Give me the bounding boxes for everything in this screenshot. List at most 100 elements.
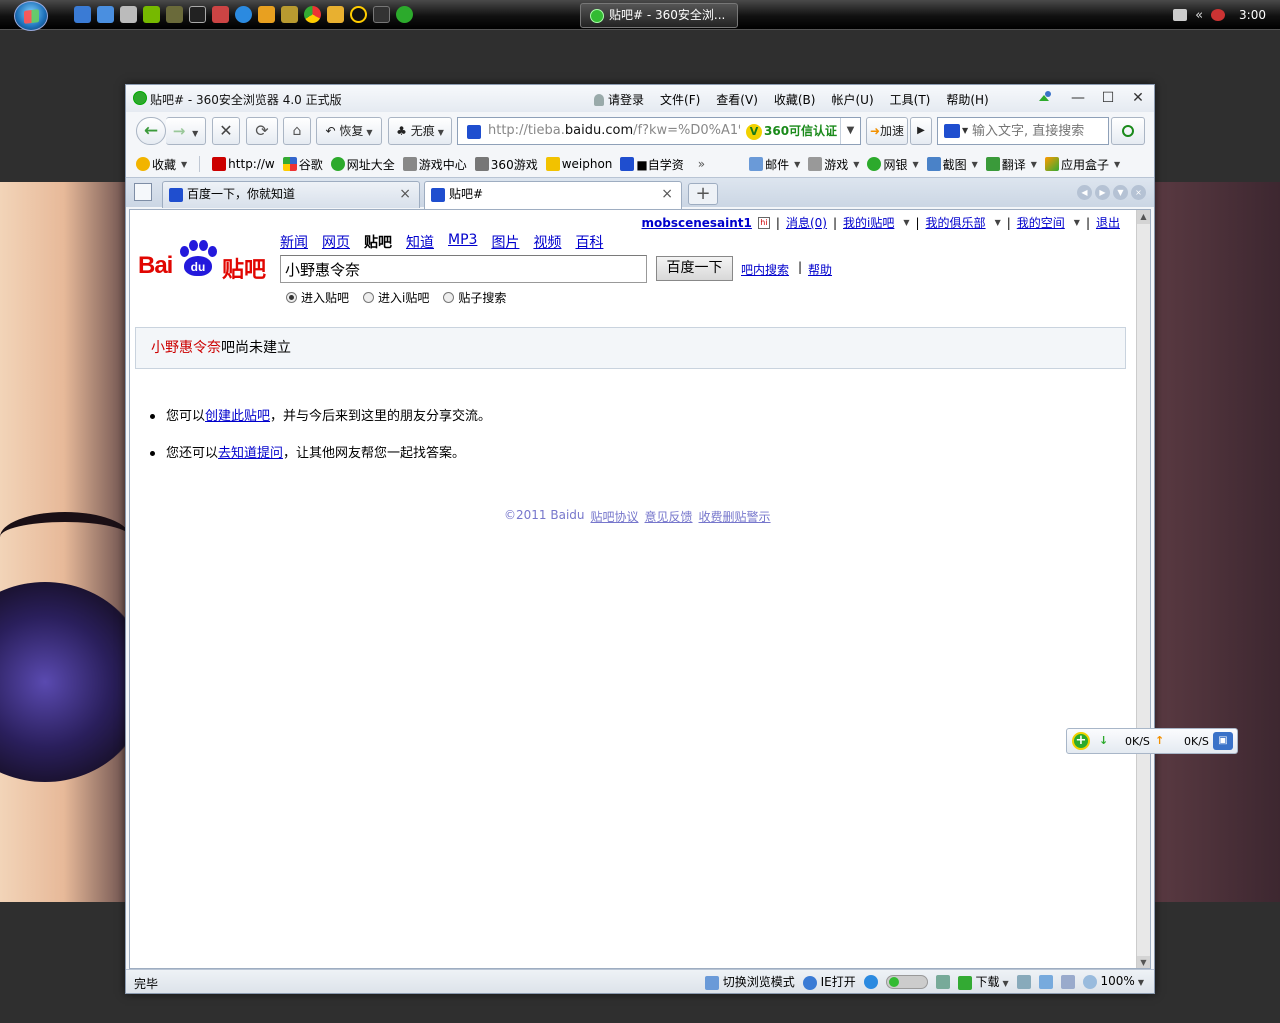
clock[interactable]: 3:00 — [1239, 8, 1266, 22]
vertical-scrollbar[interactable]: ▲ ▼ — [1136, 210, 1150, 968]
my-club-link[interactable]: 我的俱乐部 — [926, 214, 986, 231]
more-favorites[interactable]: » — [698, 157, 705, 171]
menu-tools[interactable]: 工具(T) — [890, 91, 931, 108]
option-post-search[interactable]: 贴子搜索 — [443, 289, 506, 306]
switch-mode-button[interactable]: 切换浏览模式 — [704, 973, 795, 990]
speed-up-button[interactable]: ➜加速 — [866, 117, 908, 145]
menu-help[interactable]: 帮助(H) — [946, 91, 988, 108]
tab-left-icon[interactable]: ◀ — [1077, 185, 1092, 200]
security-icon[interactable] — [863, 974, 878, 989]
tab-close-icon[interactable]: × — [661, 182, 673, 207]
maximize-button[interactable]: ☐ — [1098, 88, 1118, 108]
tool-translate[interactable]: 翻译 ▼ — [985, 156, 1037, 173]
messages-link[interactable]: 消息(0) — [786, 214, 827, 231]
tab-baidu[interactable]: 百度一下，你就知道 × — [162, 181, 420, 208]
calculator-icon[interactable] — [935, 974, 950, 989]
scroll-up-icon[interactable]: ▲ — [1137, 210, 1150, 224]
username-link[interactable]: mobscenesaint1 — [642, 216, 752, 230]
mode-toggle[interactable] — [885, 974, 928, 989]
tool-screenshot[interactable]: 截图 ▼ — [926, 156, 978, 173]
incognito-button[interactable]: ♣ 无痕 ▼ — [388, 117, 452, 145]
steam-icon[interactable] — [235, 6, 252, 23]
baidu-tieba-logo[interactable]: Bai du 贴吧 — [138, 234, 274, 283]
trust-badge[interactable]: V 360可信认证 — [746, 121, 837, 141]
menu-account[interactable]: 帐户(U) — [831, 91, 873, 108]
tab-tieba[interactable]: 贴吧# × — [424, 181, 682, 209]
game2-icon[interactable] — [281, 6, 298, 23]
hi-icon[interactable]: hi — [757, 216, 770, 229]
menu-view[interactable]: 查看(V) — [716, 91, 758, 108]
network-speed-widget[interactable]: + ↓ 0K/S ↑ 0K/S ▣ — [1066, 728, 1238, 754]
avatar-icon[interactable] — [212, 6, 229, 23]
360-icon[interactable] — [396, 6, 413, 23]
menu-favorites[interactable]: 收藏(B) — [774, 91, 816, 108]
update-icon[interactable] — [1036, 91, 1052, 105]
tab-close-icon[interactable]: × — [399, 182, 411, 207]
taskbar-browser-button[interactable]: 贴吧# - 360安全浏... — [580, 3, 738, 28]
ie-icon[interactable] — [74, 6, 91, 23]
gift-icon[interactable] — [327, 6, 344, 23]
radio[interactable] — [443, 292, 455, 303]
nav-images[interactable]: 图片 — [491, 232, 519, 252]
nav-video[interactable]: 视频 — [533, 232, 561, 252]
go-button[interactable]: ▶ — [910, 117, 932, 145]
help-link[interactable]: 帮助 — [808, 261, 832, 278]
footer-link-paid-delete[interactable]: 收费删贴警示 — [699, 508, 771, 525]
refresh-button[interactable]: ⟳ — [246, 117, 278, 145]
ask-zhidao-link[interactable]: 去知道提问 — [218, 446, 283, 461]
chevron-down-icon[interactable]: ▼ — [962, 126, 968, 135]
footer-link-feedback[interactable]: 意见反馈 — [645, 508, 693, 525]
my-ibar-link[interactable]: 我的i贴吧 — [843, 214, 894, 231]
phone-icon[interactable] — [1016, 974, 1031, 989]
gamepad-icon[interactable]: ▣ — [1213, 732, 1233, 750]
close-button[interactable]: ✕ — [1128, 88, 1148, 108]
footer-link-agreement[interactable]: 贴吧协议 — [591, 508, 639, 525]
ie-open-button[interactable]: IE打开 — [802, 973, 856, 990]
login-button[interactable]: 请登录 — [594, 91, 644, 108]
stop-button[interactable]: ✕ — [212, 117, 240, 145]
tab-close-all-icon[interactable]: × — [1131, 185, 1146, 200]
address-bar[interactable]: http://tieba.baidu.com/f?kw=%D0%A1% V 360… — [457, 117, 861, 145]
tool-games[interactable]: 游戏 ▼ — [808, 156, 859, 173]
tray-expand-icon[interactable]: « — [1195, 8, 1203, 23]
fav-item-sites[interactable]: 网址大全 — [330, 156, 395, 173]
nav-zhidao[interactable]: 知道 — [406, 232, 434, 252]
chevron-down-icon[interactable]: ▼ — [1074, 218, 1080, 227]
cs-icon[interactable] — [258, 6, 275, 23]
start-button[interactable] — [14, 1, 48, 31]
create-bar-link[interactable]: 创建此贴吧 — [205, 409, 270, 424]
home-button[interactable]: ⌂ — [283, 117, 311, 145]
radio-checked[interactable] — [286, 292, 297, 303]
tool-mail[interactable]: 邮件 ▼ — [749, 156, 800, 173]
volume-icon[interactable] — [1060, 974, 1075, 989]
option-enter-ibar[interactable]: 进入i贴吧 — [363, 289, 429, 306]
monitor-icon[interactable] — [1038, 974, 1053, 989]
baidu-search-button[interactable]: 百度一下 — [656, 256, 733, 281]
in-bar-search-link[interactable]: 吧内搜索 — [741, 261, 789, 278]
game-icon[interactable] — [166, 6, 183, 23]
my-space-link[interactable]: 我的空间 — [1017, 214, 1065, 231]
black-icon[interactable] — [373, 6, 390, 23]
fav-item-360-games[interactable]: 360游戏 — [474, 156, 538, 173]
chrome-icon[interactable] — [304, 6, 321, 23]
fav-item-study[interactable]: ■自学资 — [620, 156, 684, 173]
back-button[interactable]: ← — [136, 117, 166, 145]
nav-news[interactable]: 新闻 — [280, 232, 308, 252]
keyword-input[interactable] — [280, 255, 647, 283]
search-button[interactable] — [1111, 117, 1145, 145]
cmd-icon[interactable] — [189, 6, 206, 23]
fav-item-google[interactable]: 谷歌 — [282, 156, 323, 173]
minimize-button[interactable]: — — [1068, 88, 1088, 108]
favorites-menu[interactable]: 收藏 ▼ — [136, 156, 187, 173]
accelerate-icon[interactable]: + — [1072, 732, 1090, 750]
nav-web[interactable]: 网页 — [322, 232, 350, 252]
tray-qq-icon[interactable] — [1211, 9, 1226, 21]
nav-baike[interactable]: 百科 — [575, 232, 603, 252]
option-enter-bar[interactable]: 进入贴吧 — [286, 289, 349, 306]
menu-file[interactable]: 文件(F) — [660, 91, 700, 108]
tab-list-icon[interactable]: ▼ — [1113, 185, 1128, 200]
restore-button[interactable]: ↶ 恢复 ▼ — [316, 117, 382, 145]
new-tab-button[interactable]: + — [688, 183, 718, 205]
tool-bank[interactable]: 网银 ▼ — [867, 156, 919, 173]
zoom-control[interactable]: 100% ▼ — [1082, 974, 1144, 989]
